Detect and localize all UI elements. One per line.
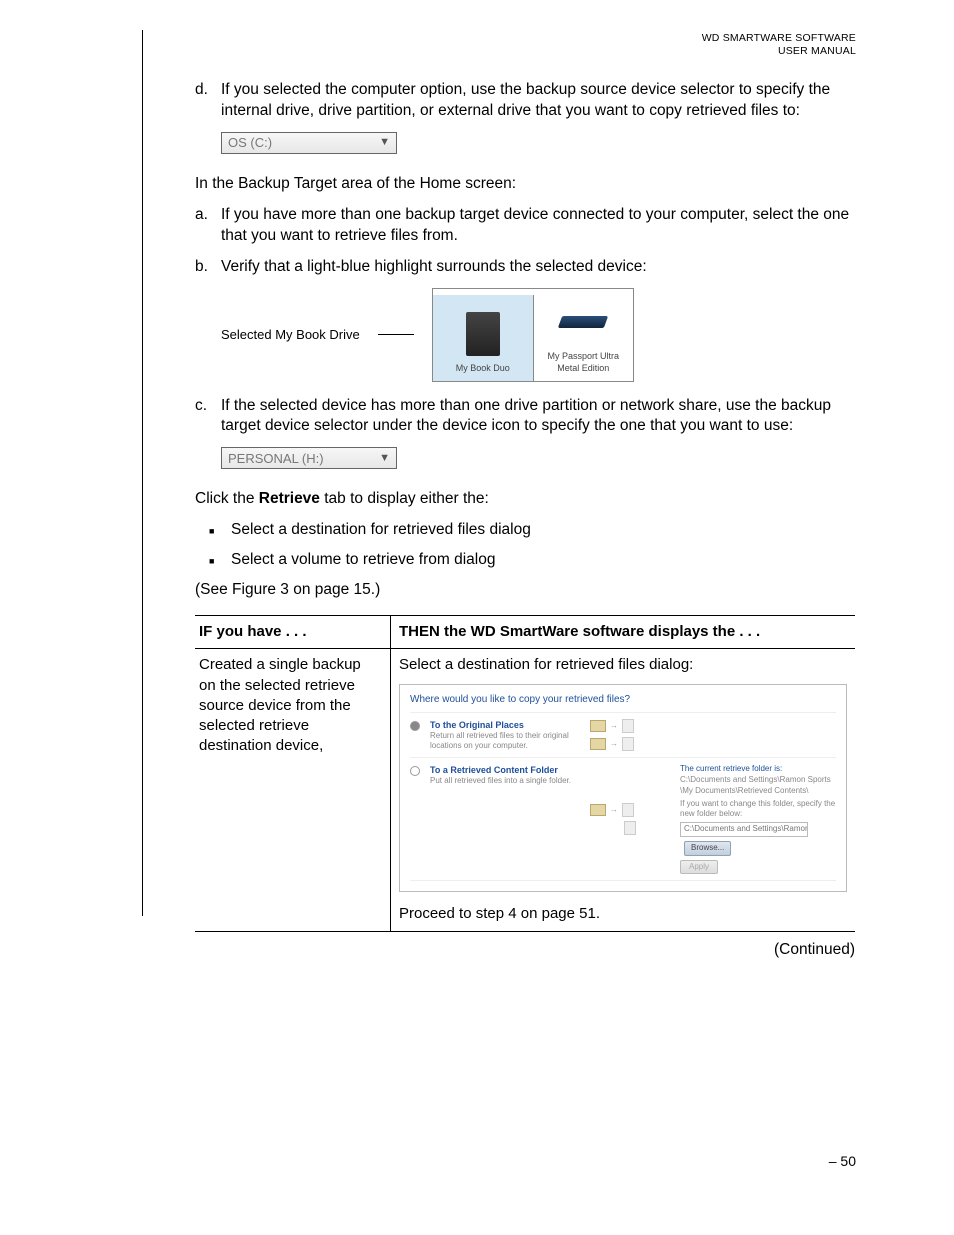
path-input[interactable]: C:\Documents and Settings\Ramon bbox=[680, 822, 808, 837]
device-label: Metal Edition bbox=[557, 362, 609, 374]
callout-label: Selected My Book Drive bbox=[221, 326, 360, 344]
bullet-marker: ■ bbox=[209, 550, 231, 572]
page-number: – 50 bbox=[829, 1153, 856, 1169]
if-then-table: IF you have . . . THEN the WD SmartWare … bbox=[195, 615, 855, 931]
retrieve-folder-info: The current retrieve folder is: C:\Docum… bbox=[680, 764, 836, 874]
step-label: a. bbox=[195, 205, 221, 247]
step-d: d. If you selected the computer option, … bbox=[195, 80, 855, 122]
radio-selected-icon[interactable] bbox=[410, 721, 420, 731]
target-partition-selector[interactable]: PERSONAL (H:) ▼ bbox=[221, 447, 397, 469]
paragraph: (See Figure 3 on page 15.) bbox=[195, 580, 855, 601]
bullet-list: ■ Select a destination for retrieved fil… bbox=[209, 520, 855, 572]
chevron-down-icon: ▼ bbox=[379, 135, 390, 150]
option-text: To the Original Places Return all retrie… bbox=[430, 719, 580, 751]
browse-button[interactable]: Browse... bbox=[684, 841, 731, 856]
source-drive-selector[interactable]: OS (C:) ▼ bbox=[221, 132, 397, 154]
step-text: Verify that a light-blue highlight surro… bbox=[221, 257, 855, 278]
step-label: d. bbox=[195, 80, 221, 122]
device-selector: My Book Duo My Passport Ultra Metal Edit… bbox=[432, 288, 634, 382]
bullet-marker: ■ bbox=[209, 520, 231, 542]
step-label: b. bbox=[195, 257, 221, 278]
radio-icon[interactable] bbox=[410, 766, 420, 776]
header-line: WD SMARTWARE SOFTWARE bbox=[702, 32, 856, 45]
device-my-book[interactable]: My Book Duo bbox=[433, 295, 533, 381]
header-line: USER MANUAL bbox=[702, 45, 856, 58]
dropdown-value: OS (C:) bbox=[228, 134, 272, 152]
device-passport[interactable]: My Passport Ultra Metal Edition bbox=[533, 295, 633, 381]
table-header: IF you have . . . bbox=[195, 616, 391, 648]
chevron-down-icon: ▼ bbox=[379, 451, 390, 466]
table-header-row: IF you have . . . THEN the WD SmartWare … bbox=[195, 616, 855, 649]
running-header: WD SMARTWARE SOFTWARE USER MANUAL bbox=[702, 32, 856, 58]
device-example: Selected My Book Drive My Book Duo My Pa… bbox=[221, 288, 855, 382]
bullet-item: ■ Select a volume to retrieve from dialo… bbox=[209, 550, 855, 572]
step-c: c. If the selected device has more than … bbox=[195, 396, 855, 438]
margin-rule bbox=[142, 30, 143, 916]
step-b: b. Verify that a light-blue highlight su… bbox=[195, 257, 855, 278]
table-cell: Created a single backup on the selected … bbox=[195, 649, 391, 930]
content-area: d. If you selected the computer option, … bbox=[195, 80, 855, 961]
cell-text: Proceed to step 4 on page 51. bbox=[399, 904, 847, 924]
table-cell: Select a destination for retrieved files… bbox=[391, 649, 855, 930]
bullet-text: Select a destination for retrieved files… bbox=[231, 520, 531, 542]
diagram-icon: → → bbox=[590, 719, 670, 751]
drive-icon bbox=[466, 312, 500, 356]
paragraph: In the Backup Target area of the Home sc… bbox=[195, 174, 855, 195]
dialog-screenshot: Where would you like to copy your retrie… bbox=[399, 684, 847, 893]
step-label: c. bbox=[195, 396, 221, 438]
table-row: Created a single backup on the selected … bbox=[195, 649, 855, 930]
bullet-text: Select a volume to retrieve from dialog bbox=[231, 550, 495, 572]
dropdown-value: PERSONAL (H:) bbox=[228, 450, 324, 468]
step-text: If you have more than one backup target … bbox=[221, 205, 855, 247]
paragraph: Click the Retrieve tab to display either… bbox=[195, 489, 855, 510]
step-text: If the selected device has more than one… bbox=[221, 396, 855, 438]
callout-line bbox=[378, 334, 414, 335]
cell-text: Select a destination for retrieved files… bbox=[399, 655, 847, 675]
option-original: To the Original Places Return all retrie… bbox=[410, 712, 836, 758]
bullet-item: ■ Select a destination for retrieved fil… bbox=[209, 520, 855, 542]
step-text: If you selected the computer option, use… bbox=[221, 80, 855, 122]
continued-label: (Continued) bbox=[195, 940, 855, 961]
device-label: My Passport Ultra bbox=[547, 350, 619, 362]
page: WD SMARTWARE SOFTWARE USER MANUAL d. If … bbox=[0, 0, 954, 1235]
step-a: a. If you have more than one backup targ… bbox=[195, 205, 855, 247]
diagram-icon: → bbox=[590, 764, 670, 874]
table-header: THEN the WD SmartWare software displays … bbox=[391, 616, 855, 648]
option-folder: To a Retrieved Content Folder Put all re… bbox=[410, 758, 836, 881]
option-text: To a Retrieved Content Folder Put all re… bbox=[430, 764, 580, 874]
dialog-title: Where would you like to copy your retrie… bbox=[410, 693, 836, 707]
apply-button[interactable]: Apply bbox=[680, 860, 718, 875]
device-label: My Book Duo bbox=[456, 362, 510, 374]
drive-icon bbox=[558, 316, 608, 328]
